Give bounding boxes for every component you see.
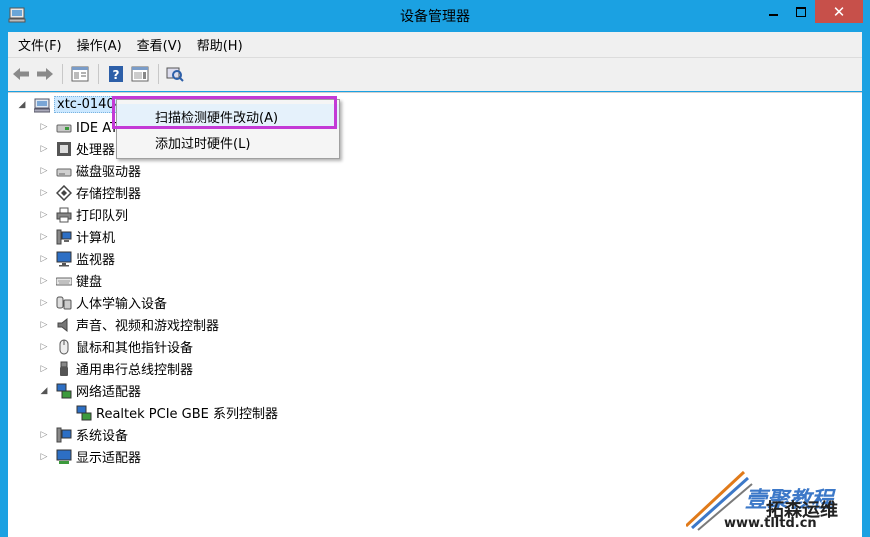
toolbar-separator — [158, 64, 159, 84]
menu-action[interactable]: 操作(A) — [67, 35, 127, 54]
tree-item-label: Realtek PCIe GBE 系列控制器 — [96, 407, 279, 422]
speaker-icon — [56, 317, 72, 333]
mouse-icon — [56, 339, 72, 355]
tree-item-label: 系统设备 — [76, 429, 129, 444]
title-bar[interactable]: 设备管理器 ✕ — [0, 0, 870, 31]
tree-item-mouse[interactable]: ▷ 鼠标和其他指针设备 — [38, 336, 193, 357]
menu-help[interactable]: 帮助(H) — [187, 35, 248, 54]
tree-item-keyboard[interactable]: ▷ 键盘 — [38, 270, 102, 291]
network-adapter-icon — [56, 383, 72, 399]
close-icon: ✕ — [832, 2, 846, 21]
back-arrow-icon[interactable] — [12, 66, 30, 82]
tree-item-label: 打印队列 — [76, 209, 129, 224]
expand-arrow-icon[interactable]: ▷ — [38, 276, 50, 286]
window-title: 设备管理器 — [400, 9, 470, 25]
usb-icon — [56, 361, 72, 377]
expand-arrow-icon[interactable]: ▷ — [38, 188, 50, 198]
tree-item-label: 显示适配器 — [76, 451, 142, 466]
maximize-button[interactable] — [787, 0, 815, 23]
toolbar-separator — [98, 64, 99, 84]
tree-item-display[interactable]: ▷ 显示适配器 — [38, 446, 141, 467]
tree-item-computer[interactable]: ▷ 计算机 — [38, 226, 115, 247]
highlight-box — [112, 96, 337, 129]
close-button[interactable]: ✕ — [815, 0, 863, 23]
tree-item-sound[interactable]: ▷ 声音、视频和游戏控制器 — [38, 314, 219, 335]
tree-item-label: 鼠标和其他指针设备 — [76, 341, 194, 356]
network-adapter-icon — [76, 405, 92, 421]
forward-arrow-icon[interactable] — [36, 66, 54, 82]
show-hide-icon[interactable] — [131, 66, 149, 82]
processor-icon — [56, 141, 72, 157]
expand-arrow-icon[interactable]: ▷ — [38, 144, 50, 154]
computer-icon — [33, 97, 51, 113]
tree-item-disk[interactable]: ▷ 磁盘驱动器 — [38, 160, 141, 181]
maximize-icon — [796, 6, 806, 17]
disk-drive-icon — [56, 163, 72, 179]
hid-icon — [56, 295, 72, 311]
display-adapter-icon — [56, 449, 72, 465]
menu-file[interactable]: 文件(F) — [8, 35, 67, 54]
toolbar-separator — [62, 64, 63, 84]
tree-item-label: 键盘 — [76, 275, 103, 290]
expand-arrow-icon[interactable]: ▷ — [38, 298, 50, 308]
tree-item-label: 计算机 — [76, 231, 116, 246]
expand-arrow-icon[interactable]: ▷ — [38, 232, 50, 242]
system-device-icon — [56, 427, 72, 443]
menu-view[interactable]: 查看(V) — [127, 35, 187, 54]
tree-item-hid[interactable]: ▷ 人体学输入设备 — [38, 292, 167, 313]
scan-hardware-icon[interactable] — [166, 66, 184, 82]
expand-arrow-icon[interactable]: ▷ — [38, 342, 50, 352]
expand-arrow-icon[interactable]: ▷ — [38, 364, 50, 374]
tree-item-label: 磁盘驱动器 — [76, 165, 142, 180]
tree-item-label: 声音、视频和游戏控制器 — [76, 319, 220, 334]
tree-item-storage[interactable]: ▷ 存储控制器 — [38, 182, 141, 203]
minimize-button[interactable] — [759, 0, 787, 23]
tree-item-label: 网络适配器 — [76, 385, 142, 400]
context-item-label: 添加过时硬件(L) — [155, 136, 251, 152]
device-manager-window: 设备管理器 ✕ 文件(F) 操作(A) 查看(V) 帮助(H) ? ◢ xtc-… — [0, 0, 870, 537]
collapse-arrow-icon[interactable]: ◢ — [38, 386, 50, 396]
expand-arrow-icon[interactable]: ▷ — [38, 430, 50, 440]
tree-item-label: 监视器 — [76, 253, 116, 268]
tree-item-monitor[interactable]: ▷ 监视器 — [38, 248, 115, 269]
toolbar: ? — [8, 57, 862, 91]
printer-icon — [56, 207, 72, 223]
expand-arrow-icon[interactable]: ▷ — [38, 254, 50, 264]
tree-item-label: 通用串行总线控制器 — [76, 363, 194, 378]
expand-arrow-icon[interactable]: ▷ — [38, 452, 50, 462]
help-icon[interactable]: ? — [107, 66, 125, 82]
svg-text:?: ? — [113, 68, 120, 82]
computer-icon — [56, 229, 72, 245]
expand-arrow-icon[interactable]: ▷ — [38, 320, 50, 330]
ide-controller-icon — [56, 119, 72, 135]
keyboard-icon — [55, 273, 73, 289]
tree-item-label: 人体学输入设备 — [76, 297, 168, 312]
tree-item-print-queue[interactable]: ▷ 打印队列 — [38, 204, 128, 225]
tree-item-processor[interactable]: ▷ 处理器 — [38, 138, 115, 159]
expand-arrow-icon[interactable]: ▷ — [38, 210, 50, 220]
storage-controller-icon — [55, 184, 73, 201]
expand-arrow-icon[interactable]: ▷ — [38, 122, 50, 132]
menu-bar: 文件(F) 操作(A) 查看(V) 帮助(H) — [8, 32, 862, 57]
tree-item-label: 处理器 — [76, 143, 116, 158]
tree-item-label: 存储控制器 — [76, 187, 142, 202]
monitor-icon — [56, 251, 72, 267]
tree-item-usb[interactable]: ▷ 通用串行总线控制器 — [38, 358, 193, 379]
properties-icon[interactable] — [71, 66, 89, 82]
tree-item-realtek[interactable]: Realtek PCIe GBE 系列控制器 — [76, 402, 278, 423]
collapse-arrow-icon[interactable]: ◢ — [16, 100, 28, 110]
tree-item-system[interactable]: ▷ 系统设备 — [38, 424, 128, 445]
expand-arrow-icon[interactable]: ▷ — [38, 166, 50, 176]
context-item-add-legacy-hardware[interactable]: 添加过时硬件(L) — [117, 130, 339, 154]
minimize-icon — [768, 13, 778, 16]
tree-item-network[interactable]: ◢ 网络适配器 — [38, 380, 141, 401]
watermark-line3: www.tlltd.cn — [724, 516, 817, 531]
